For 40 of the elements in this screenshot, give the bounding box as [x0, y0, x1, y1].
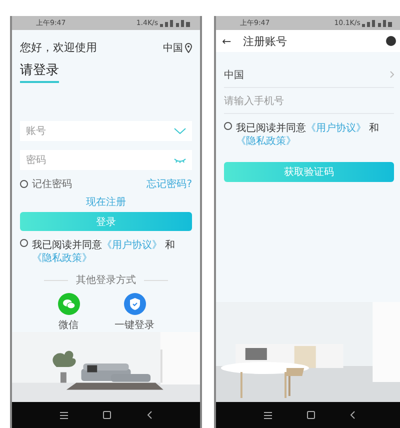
region-row[interactable]: 中国	[224, 62, 394, 88]
region-text: 中国	[224, 68, 244, 82]
chat-bubbles-icon	[62, 299, 74, 309]
back-icon[interactable]	[147, 411, 152, 419]
page-title: 注册账号	[243, 34, 288, 48]
privacy-policy-link[interactable]: 《隐私政策》	[32, 253, 92, 264]
login-method-label: 微信	[58, 319, 78, 332]
home-icon[interactable]	[103, 411, 112, 419]
password-field[interactable]: 密码	[20, 150, 192, 170]
chevron-right-icon	[390, 71, 394, 78]
location-pin-icon[interactable]	[185, 42, 192, 52]
home-icon[interactable]	[306, 411, 314, 419]
forgot-password-link[interactable]: 忘记密码?	[146, 177, 192, 191]
privacy-policy-link[interactable]: 《隐私政策》	[236, 136, 296, 147]
agreement-radio[interactable]	[20, 239, 28, 247]
agreement-text: 我已阅读并同意《用户协议》 和 《隐私政策》	[32, 239, 176, 265]
signal-icon	[160, 20, 190, 26]
menu-icon[interactable]	[60, 412, 68, 418]
agreement-radio[interactable]	[224, 122, 232, 130]
login-method-label: 一键登录	[114, 318, 154, 332]
agreement-text: 我已阅读并同意《用户协议》 和 《隐私政策》	[236, 122, 380, 148]
login-button[interactable]: 登录	[20, 212, 192, 231]
other-login-title: 其他登录方式	[76, 274, 136, 287]
remember-radio[interactable]	[20, 180, 28, 188]
one-click-login-button[interactable]	[124, 293, 146, 315]
page-title: 请登录	[20, 61, 59, 83]
shield-icon	[130, 298, 140, 310]
menu-icon[interactable]	[264, 412, 272, 418]
account-field[interactable]: 账号	[20, 121, 192, 141]
back-button[interactable]: ←	[222, 34, 232, 48]
get-code-button[interactable]: 获取验证码	[224, 162, 394, 182]
register-link[interactable]: 现在注册	[86, 195, 126, 209]
signal-icon	[362, 20, 392, 26]
region-text[interactable]: 中国	[163, 40, 183, 54]
back-icon[interactable]	[350, 411, 354, 419]
greeting-text: 您好，欢迎使用	[20, 40, 97, 55]
user-agreement-link[interactable]: 《用户协议》	[102, 240, 162, 251]
remember-label: 记住密码	[32, 178, 72, 191]
user-agreement-link[interactable]: 《用户协议》	[306, 123, 366, 134]
phone-field[interactable]: 请输入手机号	[224, 88, 394, 114]
